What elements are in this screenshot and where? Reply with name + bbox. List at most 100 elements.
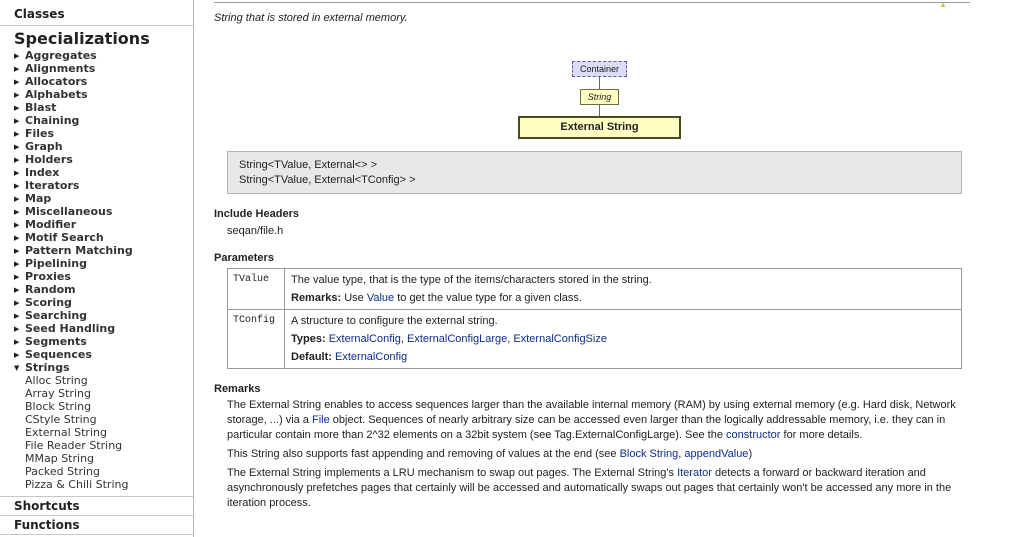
sidebar-item-label: Sequences (25, 348, 92, 361)
sidebar-item-scoring[interactable]: ▶ Scoring (14, 296, 193, 309)
sidebar-item-blast[interactable]: ▶ Blast (14, 101, 193, 114)
remarks-label: Remarks: (291, 292, 342, 304)
sidebar-item-label: Map (25, 192, 52, 205)
sidebar-item-modifier[interactable]: ▶ Modifier (14, 218, 193, 231)
remarks-paragraph: The External String enables to access se… (227, 398, 967, 443)
sidebar-subitem-packed-string[interactable]: Packed String (25, 465, 193, 478)
sidebar-subitem-file-reader-string[interactable]: File Reader String (25, 439, 193, 452)
sidebar-item-segments[interactable]: ▶ Segments (14, 335, 193, 348)
sidebar-item-alignments[interactable]: ▶ Alignments (14, 62, 193, 75)
external-config-large-link[interactable]: ExternalConfigLarge (407, 333, 507, 345)
diagram-node-container[interactable]: Container (572, 61, 627, 77)
signature-box: String<TValue, External<> > String<TValu… (227, 151, 962, 194)
remarks-heading: Remarks (214, 383, 261, 395)
strings-sublist: Alloc String Array String Block String CSty… (0, 374, 193, 491)
diagram-node-external-string: External String (518, 116, 681, 139)
default-label: Default: (291, 351, 332, 363)
sidebar-item-label: Motif Search (25, 231, 104, 244)
sidebar-subitem-mmap-string[interactable]: MMap String (25, 452, 193, 465)
iterator-link[interactable]: Iterator (677, 467, 712, 479)
sidebar-item-label: Aggregates (25, 49, 97, 62)
sidebar-subitem-pizza-chili-string[interactable]: Pizza & Chili String (25, 478, 193, 491)
table-row: TConfig A structure to configure the ext… (227, 309, 962, 369)
sidebar-classes-header[interactable]: Classes (0, 0, 193, 26)
sidebar-item-label: Seed Handling (25, 322, 116, 335)
sidebar-subitem-external-string[interactable]: External String (25, 426, 193, 439)
diagram-connector (599, 105, 600, 116)
sidebar-item-searching[interactable]: ▶ Searching (14, 309, 193, 322)
value-link[interactable]: Value (367, 292, 394, 304)
sidebar-subitem-cstyle-string[interactable]: CStyle String (25, 413, 193, 426)
default-config-link[interactable]: ExternalConfig (335, 351, 407, 363)
sidebar-item-map[interactable]: ▶ Map (14, 192, 193, 205)
sidebar-item-sequences[interactable]: ▶ Sequences (14, 348, 193, 361)
resize-grip-icon: ▲ (939, 0, 947, 9)
external-config-size-link[interactable]: ExternalConfigSize (513, 333, 607, 345)
sidebar-item-strings[interactable]: ▼ Strings (14, 361, 193, 374)
remarks-paragraph: This String also supports fast appending… (227, 447, 967, 462)
sidebar-bottom: Shortcuts Functions (0, 496, 193, 535)
sidebar-item-aggregates[interactable]: ▶ Aggregates (14, 49, 193, 62)
sidebar-title: Specializations (14, 29, 150, 48)
sidebar-subitem-array-string[interactable]: Array String (25, 387, 193, 400)
sidebar-item-label: Strings (25, 361, 70, 374)
sidebar-item-label: Files (25, 127, 55, 140)
sidebar-item-pattern-matching[interactable]: ▶ Pattern Matching (14, 244, 193, 257)
sidebar-item-label: Index (25, 166, 60, 179)
sidebar-subitem-block-string[interactable]: Block String (25, 400, 193, 413)
block-string-link[interactable]: Block String (620, 448, 679, 460)
remarks-text: This String also supports fast appending… (227, 448, 620, 460)
sidebar-item-label: Proxies (25, 270, 71, 283)
intro-text: String that is stored in external memory… (214, 12, 408, 24)
param-name: TConfig (227, 309, 285, 369)
external-config-link[interactable]: ExternalConfig (329, 333, 401, 345)
sidebar-item-label: Pattern Matching (25, 244, 133, 257)
sidebar-item-label: Pipelining (25, 257, 88, 270)
remarks-body: The External String enables to access se… (227, 398, 967, 515)
sidebar-item-label: Alignments (25, 62, 96, 75)
sidebar-item-allocators[interactable]: ▶ Allocators (14, 75, 193, 88)
remarks-paragraph: The External String implements a LRU mec… (227, 466, 967, 511)
param-description: A structure to configure the external st… (291, 315, 498, 327)
sidebar-item-seed-handling[interactable]: ▶ Seed Handling (14, 322, 193, 335)
sidebar-item-index[interactable]: ▶ Index (14, 166, 193, 179)
sidebar-item-motif-search[interactable]: ▶ Motif Search (14, 231, 193, 244)
remarks-text: to get the value type for a given class. (394, 292, 582, 304)
sidebar-item-graph[interactable]: ▶ Graph (14, 140, 193, 153)
file-link[interactable]: File (312, 414, 330, 426)
sidebar-item-label: Chaining (25, 114, 80, 127)
table-row: TValue The value type, that is the type … (227, 268, 962, 310)
include-headers-heading: Include Headers (214, 208, 299, 220)
append-value-link[interactable]: appendValue (684, 448, 748, 460)
sidebar-item-random[interactable]: ▶ Random (14, 283, 193, 296)
sidebar-item-label: Scoring (25, 296, 72, 309)
diagram-node-string[interactable]: String (580, 89, 619, 105)
sidebar-item-alphabets[interactable]: ▶ Alphabets (14, 88, 193, 101)
signature-line: String<TValue, External<TConfig> > (239, 174, 416, 186)
sidebar-item-proxies[interactable]: ▶ Proxies (14, 270, 193, 283)
parameters-heading: Parameters (214, 252, 274, 264)
sidebar-shortcuts-header[interactable]: Shortcuts (0, 497, 193, 516)
constructor-link[interactable]: constructor (726, 429, 780, 441)
sidebar-subitem-alloc-string[interactable]: Alloc String (25, 374, 193, 387)
sidebar-item-miscellaneous[interactable]: ▶ Miscellaneous (14, 205, 193, 218)
remarks-text: ) (748, 448, 753, 460)
sidebar-item-iterators[interactable]: ▶ Iterators (14, 179, 193, 192)
sidebar-functions-header[interactable]: Functions (0, 516, 193, 535)
remarks-text: The External String implements a LRU mec… (227, 467, 678, 479)
sidebar: Classes Specializations ▶ Aggregates ▶ Alig… (0, 0, 194, 537)
sidebar-item-holders[interactable]: ▶ Holders (14, 153, 193, 166)
sidebar-item-pipelining[interactable]: ▶ Pipelining (14, 257, 193, 270)
category-list: ▶ Aggregates ▶ Alignments ▶ Allocators ▶ Alphab… (0, 49, 193, 374)
param-desc: A structure to configure the external st… (284, 309, 962, 369)
sidebar-item-label: Random (25, 283, 76, 296)
sidebar-item-files[interactable]: ▶ Files (14, 127, 193, 140)
remarks-text: for more details. (780, 429, 863, 441)
types-label: Types: (291, 333, 326, 345)
sidebar-item-chaining[interactable]: ▶ Chaining (14, 114, 193, 127)
sidebar-item-label: Allocators (25, 75, 88, 88)
sidebar-item-label: Iterators (25, 179, 80, 192)
param-remarks: Remarks: Use Value to get the value type… (291, 291, 954, 309)
sidebar-item-label: Modifier (25, 218, 77, 231)
include-header-value: seqan/file.h (227, 225, 284, 237)
